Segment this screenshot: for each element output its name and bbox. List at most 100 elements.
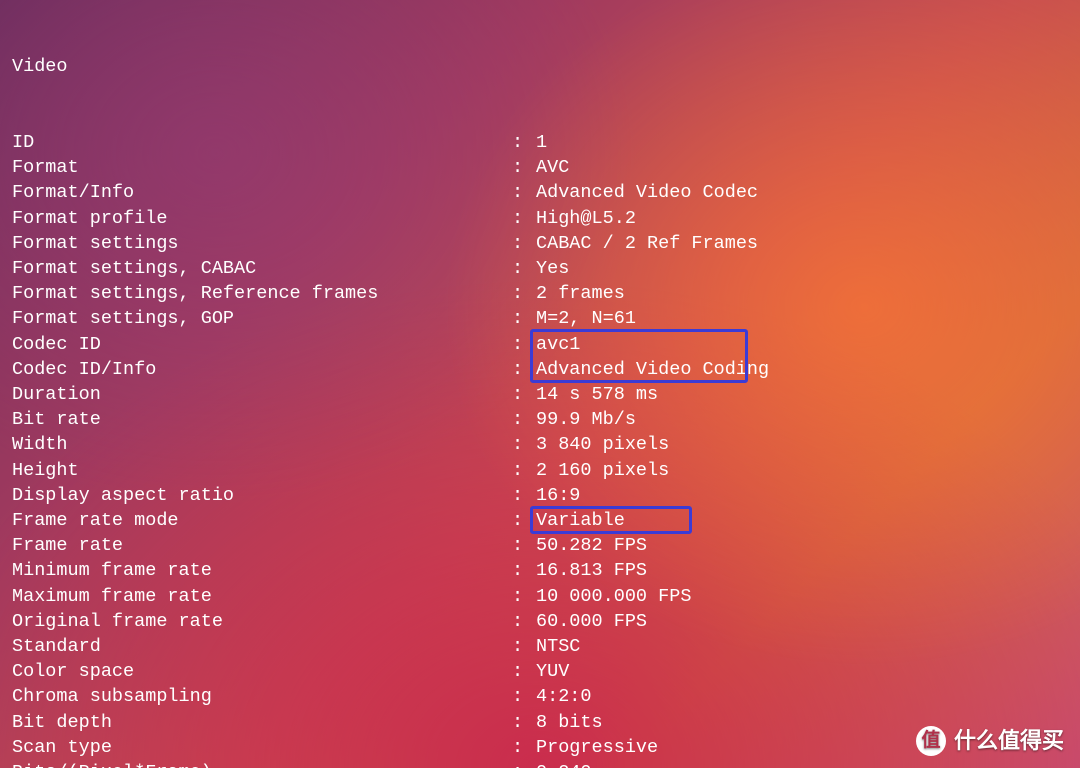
info-row: Codec ID: avc1	[12, 332, 1072, 357]
colon-separator: :	[512, 155, 536, 180]
info-row: Bit depth: 8 bits	[12, 710, 1072, 735]
info-value: NTSC	[536, 634, 580, 659]
info-key: Width	[12, 432, 512, 457]
watermark-text: 什么值得买	[954, 728, 1064, 753]
info-row: Standard: NTSC	[12, 634, 1072, 659]
info-row: Format settings, GOP: M=2, N=61	[12, 306, 1072, 331]
info-row: Format settings: CABAC / 2 Ref Frames	[12, 231, 1072, 256]
info-key: Bit depth	[12, 710, 512, 735]
info-key: Original frame rate	[12, 609, 512, 634]
info-row: Height: 2 160 pixels	[12, 458, 1072, 483]
info-key: Maximum frame rate	[12, 584, 512, 609]
info-row: Minimum frame rate: 16.813 FPS	[12, 558, 1072, 583]
info-key: ID	[12, 130, 512, 155]
colon-separator: :	[512, 609, 536, 634]
info-key: Format	[12, 155, 512, 180]
info-row: Chroma subsampling: 4:2:0	[12, 684, 1072, 709]
colon-separator: :	[512, 508, 536, 533]
info-value: 3 840 pixels	[536, 432, 669, 457]
info-row: Frame rate: 50.282 FPS	[12, 533, 1072, 558]
info-key: Frame rate	[12, 533, 512, 558]
info-key: Color space	[12, 659, 512, 684]
colon-separator: :	[512, 735, 536, 760]
colon-separator: :	[512, 281, 536, 306]
info-value: 8 bits	[536, 710, 603, 735]
info-row: Format settings, Reference frames: 2 fra…	[12, 281, 1072, 306]
info-row: Maximum frame rate: 10 000.000 FPS	[12, 584, 1072, 609]
info-value: AVC	[536, 155, 569, 180]
info-row: Width: 3 840 pixels	[12, 432, 1072, 457]
info-value: 60.000 FPS	[536, 609, 647, 634]
info-key: Format/Info	[12, 180, 512, 205]
colon-separator: :	[512, 206, 536, 231]
colon-separator: :	[512, 231, 536, 256]
info-key: Scan type	[12, 735, 512, 760]
colon-separator: :	[512, 710, 536, 735]
info-key: Standard	[12, 634, 512, 659]
colon-separator: :	[512, 407, 536, 432]
info-value: avc1	[536, 332, 580, 357]
info-value: Yes	[536, 256, 569, 281]
info-key: Format profile	[12, 206, 512, 231]
section-header: Video	[12, 54, 1072, 79]
info-row: ID: 1	[12, 130, 1072, 155]
info-row: Duration: 14 s 578 ms	[12, 382, 1072, 407]
mediainfo-output: Video ID: 1Format: AVCFormat/Info: Advan…	[12, 4, 1072, 768]
colon-separator: :	[512, 659, 536, 684]
colon-separator: :	[512, 483, 536, 508]
info-value: 10 000.000 FPS	[536, 584, 691, 609]
info-value: Advanced Video Coding	[536, 357, 769, 382]
colon-separator: :	[512, 306, 536, 331]
info-value: YUV	[536, 659, 569, 684]
info-row: Format settings, CABAC: Yes	[12, 256, 1072, 281]
info-key: Codec ID/Info	[12, 357, 512, 382]
info-value: 99.9 Mb/s	[536, 407, 636, 432]
info-value: 2 frames	[536, 281, 625, 306]
info-key: Minimum frame rate	[12, 558, 512, 583]
colon-separator: :	[512, 558, 536, 583]
info-row: Bits/(Pixel*Frame): 0.240	[12, 760, 1072, 768]
colon-separator: :	[512, 130, 536, 155]
info-row: Frame rate mode: Variable	[12, 508, 1072, 533]
info-key: Frame rate mode	[12, 508, 512, 533]
info-key: Duration	[12, 382, 512, 407]
info-key: Bit rate	[12, 407, 512, 432]
colon-separator: :	[512, 432, 536, 457]
watermark: 值 什么值得买	[916, 726, 1064, 756]
info-key: Format settings, CABAC	[12, 256, 512, 281]
info-key: Codec ID	[12, 332, 512, 357]
colon-separator: :	[512, 357, 536, 382]
info-row: Format/Info: Advanced Video Codec	[12, 180, 1072, 205]
colon-separator: :	[512, 458, 536, 483]
colon-separator: :	[512, 332, 536, 357]
info-key: Format settings, Reference frames	[12, 281, 512, 306]
colon-separator: :	[512, 684, 536, 709]
info-row: Display aspect ratio: 16:9	[12, 483, 1072, 508]
info-value: 16:9	[536, 483, 580, 508]
info-row: Format: AVC	[12, 155, 1072, 180]
info-value: 2 160 pixels	[536, 458, 669, 483]
info-value: Variable	[536, 508, 625, 533]
info-value: 1	[536, 130, 547, 155]
info-row: Format profile: High@L5.2	[12, 206, 1072, 231]
watermark-badge-icon: 值	[916, 726, 946, 756]
info-row: Original frame rate: 60.000 FPS	[12, 609, 1072, 634]
info-value: High@L5.2	[536, 206, 636, 231]
info-value: 16.813 FPS	[536, 558, 647, 583]
info-value: CABAC / 2 Ref Frames	[536, 231, 758, 256]
colon-separator: :	[512, 180, 536, 205]
info-key: Bits/(Pixel*Frame)	[12, 760, 512, 768]
info-key: Display aspect ratio	[12, 483, 512, 508]
section-title: Video	[12, 54, 512, 79]
info-row: Bit rate: 99.9 Mb/s	[12, 407, 1072, 432]
info-key: Format settings, GOP	[12, 306, 512, 331]
info-row: Codec ID/Info: Advanced Video Coding	[12, 357, 1072, 382]
info-value: 50.282 FPS	[536, 533, 647, 558]
info-value: Progressive	[536, 735, 658, 760]
info-row: Scan type: Progressive	[12, 735, 1072, 760]
colon-separator: :	[512, 382, 536, 407]
info-value: 4:2:0	[536, 684, 592, 709]
colon-separator: :	[512, 256, 536, 281]
colon-separator: :	[512, 760, 536, 768]
colon-separator: :	[512, 634, 536, 659]
